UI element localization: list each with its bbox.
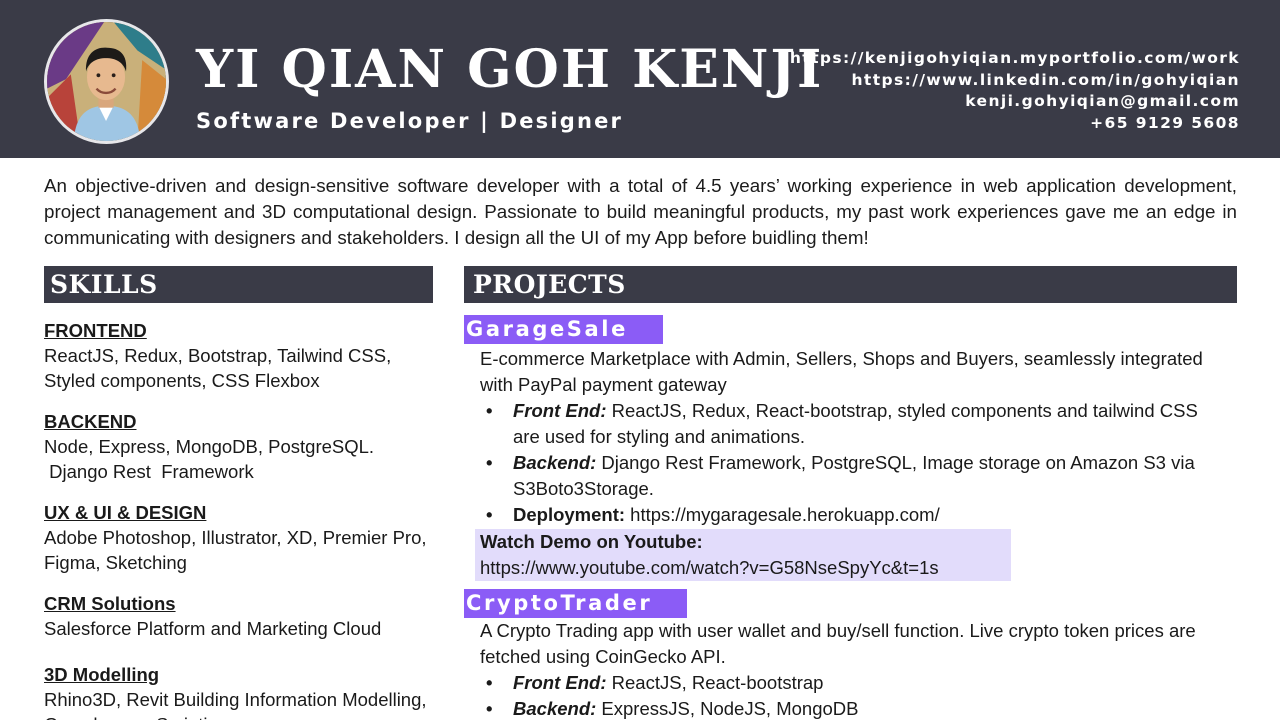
skill-group-design: UX & UI & DESIGN Adobe Photoshop, Illust… bbox=[44, 500, 434, 575]
skill-group-text: Node, Express, MongoDB, PostgreSQL. Djan… bbox=[44, 436, 375, 482]
project-description: A Crypto Trading app with user wallet an… bbox=[480, 620, 1196, 667]
demo-highlight: Watch Demo on Youtube: https://www.youtu… bbox=[475, 529, 1011, 581]
bullet-label: Deployment: bbox=[513, 504, 626, 525]
list-item: Backend: ExpressJS, NodeJS, MongoDB bbox=[480, 696, 1220, 720]
demo-link[interactable]: https://www.youtube.com/watch?v=G58NseSp… bbox=[480, 555, 1006, 581]
bullet-text: ReactJS, React-bootstrap bbox=[606, 672, 824, 693]
profile-photo bbox=[44, 19, 169, 144]
project-cryptotrader: CryptoTrader A Crypto Trading app with u… bbox=[464, 589, 1237, 720]
skill-group-frontend: FRONTEND ReactJS, Redux, Bootstrap, Tail… bbox=[44, 318, 434, 393]
bullet-label: Backend: bbox=[513, 698, 597, 719]
bullet-text: ExpressJS, NodeJS, MongoDB bbox=[596, 698, 859, 719]
profile-summary: An objective-driven and design-sensitive… bbox=[44, 175, 1237, 248]
demo-label: Watch Demo on Youtube: bbox=[480, 531, 703, 552]
email-link[interactable]: kenji.gohyiqian@gmail.com bbox=[790, 91, 1240, 113]
list-item: Front End: ReactJS, Redux, React-bootstr… bbox=[480, 398, 1220, 450]
skill-group-title: UX & UI & DESIGN bbox=[44, 502, 207, 523]
list-item: Front End: ReactJS, React-bootstrap bbox=[480, 670, 1220, 696]
resume-header: YI QIAN GOH KENJI Software Developer | D… bbox=[0, 0, 1280, 158]
skill-group-backend: BACKEND Node, Express, MongoDB, PostgreS… bbox=[44, 409, 434, 484]
skill-group-title: BACKEND bbox=[44, 411, 137, 432]
bullet-text: ReactJS, Redux, React-bootstrap, styled … bbox=[513, 400, 1198, 447]
project-description: E-commerce Marketplace with Admin, Selle… bbox=[480, 348, 1203, 395]
deployment-link[interactable]: https://mygaragesale.herokuapp.com/ bbox=[625, 504, 940, 525]
skills-heading: SKILLS bbox=[44, 266, 433, 303]
skill-group-3d-modelling: 3D Modelling Rhino3D, Revit Building Inf… bbox=[44, 662, 434, 720]
bullet-text: Django Rest Framework, PostgreSQL, Image… bbox=[513, 452, 1195, 499]
projects-heading: PROJECTS bbox=[464, 266, 1237, 303]
bullet-label: Front End: bbox=[513, 400, 607, 421]
project-garagesale: GarageSale E-commerce Marketplace with A… bbox=[464, 315, 1237, 581]
skill-group-title: CRM Solutions bbox=[44, 593, 176, 614]
project-title: GarageSale bbox=[464, 315, 663, 344]
skill-group-crm: CRM Solutions Salesforce Platform and Ma… bbox=[44, 591, 434, 641]
skill-group-title: 3D Modelling bbox=[44, 664, 160, 685]
phone-number: +65 9129 5608 bbox=[1090, 113, 1240, 132]
linkedin-link[interactable]: https://www.linkedin.com/in/gohyiqian bbox=[790, 70, 1240, 92]
projects-section: GarageSale E-commerce Marketplace with A… bbox=[464, 315, 1237, 720]
bullet-label: Front End: bbox=[513, 672, 607, 693]
skill-group-title: FRONTEND bbox=[44, 320, 147, 341]
profile-photo-illustration bbox=[47, 22, 166, 141]
list-item: Deployment: https://mygaragesale.herokua… bbox=[480, 502, 1220, 528]
skills-section: FRONTEND ReactJS, Redux, Bootstrap, Tail… bbox=[44, 318, 434, 720]
bullet-label: Backend: bbox=[513, 452, 597, 473]
project-tech-list: Front End: ReactJS, Redux, React-bootstr… bbox=[480, 398, 1237, 528]
project-tech-list: Front End: ReactJS, React-bootstrap Back… bbox=[480, 670, 1237, 720]
skill-group-text: Salesforce Platform and Marketing Cloud bbox=[44, 618, 382, 639]
candidate-name: YI QIAN GOH KENJI bbox=[196, 39, 824, 100]
portfolio-link[interactable]: https://kenjigohyiqian.myportfolio.com/w… bbox=[790, 48, 1240, 70]
skill-group-text: Adobe Photoshop, Illustrator, XD, Premie… bbox=[44, 527, 432, 573]
candidate-role: Software Developer | Designer bbox=[196, 109, 624, 133]
list-item: Backend: Django Rest Framework, PostgreS… bbox=[480, 450, 1220, 502]
skill-group-text: ReactJS, Redux, Bootstrap, Tailwind CSS,… bbox=[44, 345, 397, 391]
skill-group-text: Rhino3D, Revit Building Information Mode… bbox=[44, 689, 427, 720]
contact-block: https://kenjigohyiqian.myportfolio.com/w… bbox=[790, 48, 1240, 134]
project-title: CryptoTrader bbox=[464, 589, 688, 618]
